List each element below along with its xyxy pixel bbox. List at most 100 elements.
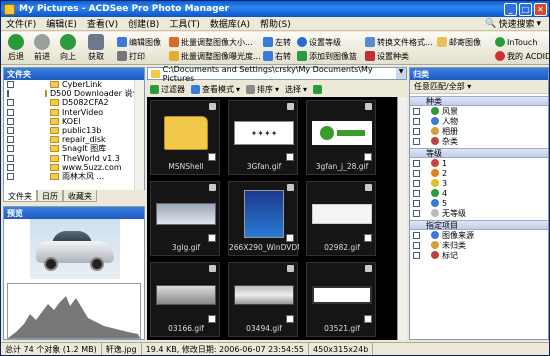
menu-file[interactable]: 文件(F) (1, 17, 41, 30)
rating-item-checkbox[interactable] (413, 159, 420, 167)
special-item-checkbox[interactable] (413, 241, 420, 249)
folder-tree-item[interactable]: D500 Downloader 说化 (4, 89, 136, 98)
intouch-button[interactable]: InTouch (495, 36, 537, 48)
batch-resize-button[interactable]: 批量调整图像大小... (169, 36, 253, 48)
edit-image-button[interactable]: 编辑图像 (117, 36, 161, 48)
special-item-checkbox[interactable] (413, 251, 420, 259)
folder-checkbox[interactable] (7, 172, 14, 180)
category-item[interactable]: 相册 (410, 126, 548, 136)
special-item[interactable]: 标记 (410, 250, 548, 260)
back-button[interactable]: 后退 (5, 34, 27, 62)
folder-tree-item[interactable]: KOEI (4, 117, 136, 126)
category-item-checkbox[interactable] (413, 137, 420, 145)
thumbnail-checkbox[interactable] (286, 153, 294, 161)
batch-exposure-button[interactable]: 批量调整图像曝光度... (169, 50, 261, 62)
rating-item-checkbox[interactable] (413, 169, 420, 177)
view-mode-button[interactable]: 查看模式 ▾ (191, 84, 240, 95)
rating-item[interactable]: 3 (410, 178, 548, 188)
folder-checkbox[interactable] (7, 145, 14, 153)
thumbnail-checkbox[interactable] (286, 234, 294, 242)
tab-calendar[interactable]: 日历 (37, 190, 63, 202)
forward-button[interactable]: 前进 (31, 34, 53, 62)
menu-edit[interactable]: 编辑(E) (41, 17, 82, 30)
add-to-basket-button[interactable]: 添加到图像篮 (297, 50, 357, 62)
thumbnail-checkbox[interactable] (208, 234, 216, 242)
tab-favorites[interactable]: 收藏夹 (63, 190, 97, 202)
thumbnail-scrollbar[interactable] (397, 97, 407, 340)
menu-help[interactable]: 帮助(S) (255, 17, 296, 30)
convert-format-button[interactable]: 转换文件格式... (365, 36, 433, 48)
thumbnail-item[interactable]: ✦✦✦✦ 3Gfan.gif (228, 100, 298, 175)
maximize-button[interactable]: □ (519, 2, 532, 16)
thumbnail-checkbox[interactable] (286, 315, 294, 323)
basket-toggle-button[interactable] (313, 84, 323, 94)
thumbnail-item[interactable]: 266X290_WinDVDMC... (228, 181, 299, 256)
thumbnail-item[interactable]: 3glg.gif (150, 181, 220, 256)
folder-checkbox[interactable] (7, 154, 14, 162)
chevron-down-icon[interactable]: ▼ (396, 68, 406, 79)
rating-item[interactable]: 1 (410, 158, 548, 168)
email-button[interactable]: 邮寄图像 (437, 36, 481, 48)
sort-button[interactable]: 排序 ▾ (246, 84, 279, 95)
tab-folders[interactable]: 文件夹 (3, 190, 37, 202)
filter-button[interactable]: 过滤器 (150, 84, 185, 95)
folder-tree-item[interactable]: 雨林木风 ... (4, 172, 136, 181)
folder-checkbox[interactable] (7, 81, 14, 89)
folder-checkbox[interactable] (7, 99, 14, 107)
thumbnail-item[interactable]: 03494.gif (228, 262, 298, 337)
rotate-right-button[interactable]: 右转 (263, 50, 291, 62)
category-item[interactable]: 人物 (410, 116, 548, 126)
print-button[interactable]: 打印 (117, 50, 145, 62)
set-category-button[interactable]: 设置种类 (365, 50, 409, 62)
set-rating-button[interactable]: 设置等级 (297, 36, 341, 48)
category-item-checkbox[interactable] (413, 107, 420, 115)
rating-item-checkbox[interactable] (413, 199, 420, 207)
category-item-checkbox[interactable] (413, 127, 420, 135)
menu-view[interactable]: 查看(V) (82, 17, 123, 30)
folder-checkbox[interactable] (7, 117, 14, 125)
up-button[interactable]: 向上 (57, 34, 79, 62)
select-button[interactable]: 选择 ▾ (285, 84, 307, 95)
rating-item-checkbox[interactable] (413, 189, 420, 197)
rotate-left-button[interactable]: 左转 (263, 36, 291, 48)
thumbnail-checkbox[interactable] (364, 153, 372, 161)
folder-checkbox[interactable] (7, 108, 14, 116)
folder-checkbox[interactable] (7, 90, 9, 98)
thumbnail-checkbox[interactable] (208, 153, 216, 161)
folder-tree-item[interactable]: D5082CFA2 (4, 98, 136, 107)
folder-tree-item[interactable]: InterVideo (4, 108, 136, 117)
rating-item[interactable]: 4 (410, 188, 548, 198)
folder-tree-item[interactable]: TheWorld v1.3 (4, 154, 136, 163)
thumbnail-item[interactable]: 3gfan_j_28.gif (306, 100, 376, 175)
rating-item-checkbox[interactable] (413, 209, 420, 217)
thumbnail-item[interactable]: 02982.gif (306, 181, 376, 256)
address-bar[interactable]: C:\Documents and Settings\crsky\My Docum… (147, 65, 407, 83)
ratings-header[interactable]: 等级 (410, 148, 548, 158)
category-item[interactable]: 杂类 (410, 136, 548, 146)
acdid-button[interactable]: 我的 ACDID (495, 50, 550, 62)
thumbnail-checkbox[interactable] (208, 315, 216, 323)
categories-header[interactable]: 种类 (410, 96, 548, 106)
thumbnail-item[interactable]: 03166.gif (150, 262, 220, 337)
minimize-button[interactable]: _ (504, 2, 517, 16)
folder-checkbox[interactable] (7, 127, 14, 135)
thumbnail-item[interactable]: 03521.gif (306, 262, 376, 337)
category-item-checkbox[interactable] (413, 117, 420, 125)
menu-database[interactable]: 数据库(A) (205, 17, 255, 30)
menu-create[interactable]: 创建(B) (123, 17, 164, 30)
folder-tree-item[interactable]: public13b (4, 126, 136, 135)
category-item[interactable]: 风景 (410, 106, 548, 116)
match-mode-selector[interactable]: 任意匹配/全部 ▾ (410, 80, 548, 94)
folder-checkbox[interactable] (7, 136, 14, 144)
title-bar[interactable]: My Pictures - ACDSee Pro Photo Manager _… (1, 1, 549, 17)
special-item[interactable]: 图像来源 (410, 230, 548, 240)
quick-search-button[interactable]: 🔍 快速搜索 ▾ (485, 17, 541, 31)
rating-item[interactable]: 无等级 (410, 208, 548, 218)
special-item-checkbox[interactable] (413, 231, 420, 239)
menu-tools[interactable]: 工具(T) (164, 17, 205, 30)
acquire-button[interactable]: 获取 (85, 34, 107, 62)
special-item[interactable]: 未归类 (410, 240, 548, 250)
thumbnail-checkbox[interactable] (364, 315, 372, 323)
rating-item[interactable]: 5 (410, 198, 548, 208)
special-items-header[interactable]: 指定项目 (410, 220, 548, 230)
